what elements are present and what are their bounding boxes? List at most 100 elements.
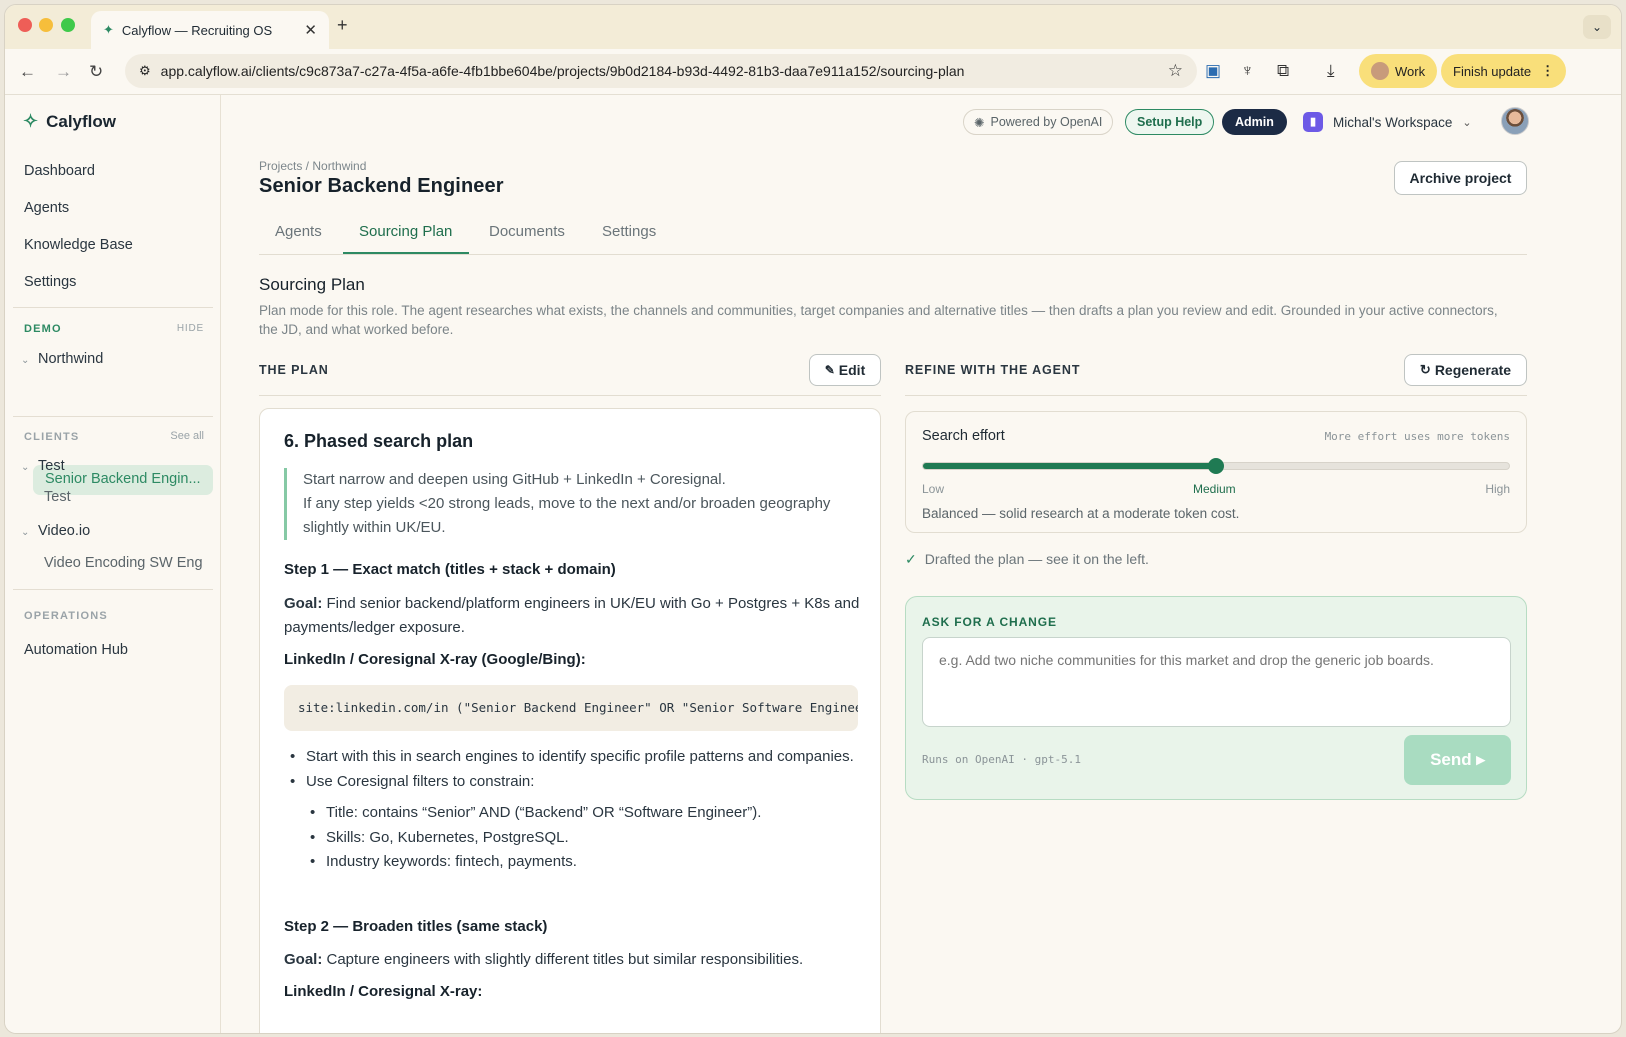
- back-icon[interactable]: ←: [19, 62, 36, 82]
- tab-settings[interactable]: Settings: [602, 223, 656, 240]
- minimize-window-button[interactable]: [39, 18, 53, 32]
- list-item: Industry keywords: fintech, payments.: [284, 850, 864, 875]
- powered-by-label: Powered by OpenAI: [990, 115, 1103, 129]
- sidebar-item-automation-hub[interactable]: Automation Hub: [24, 642, 128, 658]
- tab-strip: ✦ Calyflow — Recruiting OS ✕ + ⌄: [5, 5, 1621, 49]
- effort-medium-label: Medium: [1193, 482, 1236, 496]
- sparkle-icon: ✧: [23, 111, 39, 131]
- sidebar-item-northwind[interactable]: Northwind: [38, 351, 103, 367]
- browser-window: ✦ Calyflow — Recruiting OS ✕ + ⌄ ← → ↻ ⚙…: [4, 4, 1622, 1034]
- send-button[interactable]: Send ▸: [1404, 735, 1511, 785]
- workspace-icon: ▮: [1303, 112, 1323, 132]
- step2-title: Step 2 — Broaden titles (same stack): [284, 918, 548, 935]
- address-bar[interactable]: ⚙ app.calyflow.ai/clients/c9c873a7-c27a-…: [125, 54, 1197, 88]
- effort-slider-handle[interactable]: [1208, 458, 1224, 474]
- workspace-name: Michal's Workspace: [1333, 114, 1453, 130]
- drafted-status: ✓ Drafted the plan — see it on the left.: [905, 551, 1149, 568]
- edit-plan-button[interactable]: ✎ Edit: [809, 354, 881, 386]
- step1-goal: Goal: Find senior backend/platform engin…: [284, 592, 864, 640]
- zoom-window-button[interactable]: [61, 18, 75, 32]
- plan-header: THE PLAN: [259, 363, 329, 377]
- project-tabs: Agents Sourcing Plan Documents Settings: [259, 211, 1527, 255]
- close-window-button[interactable]: [18, 18, 32, 32]
- toolbar: ← → ↻ ⚙ app.calyflow.ai/clients/c9c873a7…: [5, 49, 1621, 95]
- profile-avatar: [1371, 62, 1389, 80]
- drafted-text: Drafted the plan — see it on the left.: [924, 551, 1149, 567]
- browser-tab[interactable]: ✦ Calyflow — Recruiting OS ✕: [91, 11, 329, 49]
- extension-s-icon[interactable]: ▣: [1205, 61, 1221, 81]
- tab-agents[interactable]: Agents: [275, 223, 322, 240]
- tab-sourcing-plan[interactable]: Sourcing Plan: [359, 223, 452, 240]
- divider: [259, 395, 881, 396]
- xray-code-block[interactable]: site:linkedin.com/in ("Senior Backend En…: [284, 685, 858, 731]
- effort-high-label: High: [1485, 482, 1510, 496]
- divider: [13, 416, 213, 417]
- calyflow-tab-icon: ✦: [103, 22, 114, 37]
- site-settings-icon[interactable]: ⚙: [139, 63, 151, 79]
- admin-badge[interactable]: Admin: [1222, 109, 1287, 135]
- finish-update-label: Finish update: [1453, 63, 1532, 79]
- step2-goal: Goal: Capture engineers with slightly di…: [284, 948, 864, 972]
- plan-quote: Start narrow and deepen using GitHub + L…: [284, 468, 864, 540]
- sidebar-item-project-test[interactable]: Test: [44, 489, 71, 505]
- section-title: Sourcing Plan: [259, 275, 365, 294]
- chevron-down-icon[interactable]: ⌄: [21, 462, 29, 473]
- openai-icon: ✺: [974, 115, 985, 130]
- profile-label: Work: [1395, 63, 1426, 79]
- sidebar-item-dashboard[interactable]: Dashboard: [24, 163, 95, 179]
- downloads-icon[interactable]: ⤓: [1327, 61, 1335, 81]
- sidebar-item-agents[interactable]: Agents: [24, 200, 69, 216]
- extensions-puzzle-icon[interactable]: ⧉: [1277, 61, 1289, 81]
- effort-hint: More effort uses more tokens: [1324, 430, 1510, 443]
- workspace-switcher[interactable]: ▮ Michal's Workspace ⌄: [1303, 109, 1472, 135]
- list-item: Title: contains “Senior” AND (“Backend” …: [284, 801, 864, 826]
- sidebar-item-knowledge-base[interactable]: Knowledge Base: [24, 237, 133, 253]
- profile-button[interactable]: Work: [1359, 54, 1438, 88]
- clients-section-label: CLIENTS: [24, 431, 80, 443]
- tab-list-chevron-icon[interactable]: ⌄: [1583, 15, 1611, 39]
- effort-description: Balanced — solid research at a moderate …: [922, 506, 1240, 521]
- regenerate-button[interactable]: ↻ Regenerate: [1404, 354, 1527, 386]
- finish-update-button[interactable]: Finish update ⋮: [1441, 54, 1567, 88]
- reload-icon[interactable]: ↻: [89, 62, 103, 82]
- effort-slider[interactable]: [922, 458, 1510, 474]
- xray-title-2: LinkedIn / Coresignal X-ray:: [284, 983, 483, 1000]
- new-tab-icon[interactable]: +: [337, 15, 348, 36]
- divider: [13, 589, 213, 590]
- sidebar-item-settings[interactable]: Settings: [24, 274, 76, 290]
- step1-title: Step 1 — Exact match (titles + stack + d…: [284, 561, 616, 578]
- sidebar-item-client-videoio[interactable]: Video.io: [38, 523, 90, 539]
- sidebar: ✧ Calyflow Dashboard Agents Knowledge Ba…: [5, 95, 221, 1033]
- page-title: Senior Backend Engineer: [259, 175, 504, 197]
- section-description: Plan mode for this role. The agent resea…: [259, 303, 1498, 337]
- tab-documents[interactable]: Documents: [489, 223, 565, 240]
- goal-label: Goal:: [284, 595, 323, 612]
- list-item: Use Coresignal filters to constrain:: [284, 770, 864, 795]
- change-request-input[interactable]: [922, 637, 1511, 727]
- goal-text: Capture engineers with slightly differen…: [322, 951, 804, 968]
- divider: [905, 395, 1527, 396]
- goal-text: Find senior backend/platform engineers i…: [284, 595, 860, 636]
- sidebar-item-client-test[interactable]: Test: [38, 458, 65, 474]
- chevron-down-icon[interactable]: ⌄: [21, 527, 29, 538]
- see-all-clients-link[interactable]: See all: [170, 430, 204, 442]
- effort-slider-fill: [923, 463, 1216, 469]
- bookmark-star-icon[interactable]: ☆: [1168, 61, 1183, 81]
- brand-logo[interactable]: ✧ Calyflow: [23, 111, 116, 132]
- sidebar-item-project-video-encoding[interactable]: Video Encoding SW Eng: [44, 555, 203, 571]
- chevron-down-icon[interactable]: ⌄: [21, 355, 29, 366]
- xray-title: LinkedIn / Coresignal X-ray (Google/Bing…: [284, 651, 586, 668]
- user-avatar[interactable]: [1501, 107, 1529, 135]
- forward-icon[interactable]: →: [55, 62, 72, 82]
- close-tab-icon[interactable]: ✕: [304, 21, 317, 39]
- extension-fork-icon[interactable]: ♆: [1241, 61, 1254, 81]
- demo-section-label: DEMO: [24, 323, 62, 335]
- hide-demo-button[interactable]: HIDE: [177, 323, 204, 334]
- breadcrumb[interactable]: Projects / Northwind: [259, 159, 366, 173]
- list-item: Start with this in search engines to ide…: [284, 745, 864, 770]
- ask-label: ASK FOR A CHANGE: [922, 615, 1057, 629]
- operations-section-label: OPERATIONS: [24, 610, 108, 622]
- quote-line: Start narrow and deepen using GitHub + L…: [303, 471, 726, 488]
- archive-project-button[interactable]: Archive project: [1394, 161, 1527, 195]
- setup-help-button[interactable]: Setup Help: [1125, 109, 1215, 135]
